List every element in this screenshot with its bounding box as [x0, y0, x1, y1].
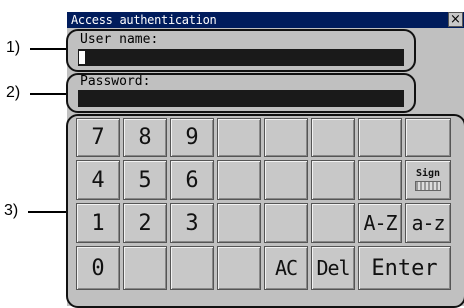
username-group: User name: — [66, 29, 416, 72]
key-blank[interactable] — [217, 160, 261, 200]
password-label: Password: — [80, 74, 151, 89]
key-9[interactable]: 9 — [170, 118, 214, 157]
key-blank[interactable] — [217, 246, 261, 290]
access-authentication-dialog: Access authentication × User name: Passw… — [66, 12, 464, 308]
password-input[interactable] — [78, 90, 404, 107]
sign-key[interactable]: Sign — [405, 160, 451, 200]
delete-key[interactable]: Del — [311, 246, 355, 290]
key-blank[interactable] — [311, 203, 355, 243]
key-blank[interactable] — [217, 118, 261, 157]
key-7[interactable]: 7 — [76, 118, 120, 157]
title-bar: Access authentication × — [67, 12, 464, 28]
window-title: Access authentication — [71, 13, 217, 27]
callout-3: 3) — [4, 202, 19, 219]
text-cursor — [79, 51, 85, 64]
key-blank[interactable] — [405, 118, 451, 157]
callout-1: 1) — [6, 39, 21, 56]
key-blank[interactable] — [264, 203, 308, 243]
key-1[interactable]: 1 — [76, 203, 120, 243]
callout-1-line — [30, 48, 67, 50]
callout-2-line — [30, 93, 67, 95]
key-blank[interactable] — [217, 203, 261, 243]
lowercase-key[interactable]: a-z — [405, 203, 451, 243]
key-3[interactable]: 3 — [170, 203, 214, 243]
sign-label: Sign — [415, 168, 441, 179]
key-blank[interactable] — [264, 118, 308, 157]
key-blank[interactable] — [358, 160, 402, 200]
keyboard-sign-icon — [415, 181, 441, 191]
callout-3-line — [28, 211, 67, 213]
uppercase-key[interactable]: A-Z — [358, 203, 402, 243]
enter-key[interactable]: Enter — [358, 246, 451, 290]
key-blank[interactable] — [170, 246, 214, 290]
close-button[interactable]: × — [448, 12, 463, 27]
username-label: User name: — [80, 32, 159, 47]
close-icon: × — [450, 12, 461, 27]
username-input[interactable] — [78, 49, 404, 66]
key-blank[interactable] — [311, 160, 355, 200]
ac-key[interactable]: AC — [264, 246, 308, 290]
key-6[interactable]: 6 — [170, 160, 214, 200]
password-group: Password: — [66, 73, 416, 113]
key-5[interactable]: 5 — [123, 160, 167, 200]
key-blank[interactable] — [358, 118, 402, 157]
key-8[interactable]: 8 — [123, 118, 167, 157]
key-blank[interactable] — [123, 246, 167, 290]
key-blank[interactable] — [264, 160, 308, 200]
key-blank[interactable] — [311, 118, 355, 157]
key-0[interactable]: 0 — [76, 246, 120, 290]
key-4[interactable]: 4 — [76, 160, 120, 200]
callout-2: 2) — [6, 84, 21, 101]
key-2[interactable]: 2 — [123, 203, 167, 243]
